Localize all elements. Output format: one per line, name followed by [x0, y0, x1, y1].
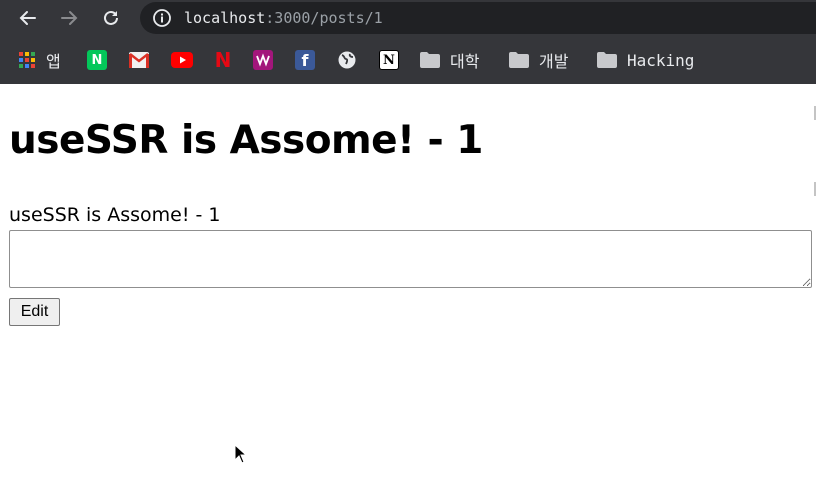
- bookmark-label: 개발: [539, 52, 569, 71]
- bookmark-naver[interactable]: N: [87, 48, 107, 72]
- gmail-icon: [129, 52, 149, 68]
- url-host: localhost: [184, 9, 266, 27]
- forward-button[interactable]: [55, 4, 83, 32]
- info-icon[interactable]: [152, 8, 172, 32]
- url-text: localhost:3000/posts/1: [184, 9, 383, 27]
- naver-icon: N: [87, 50, 107, 70]
- bookmark-netflix[interactable]: N: [213, 48, 233, 72]
- edit-button[interactable]: Edit: [9, 298, 60, 326]
- bookmark-music[interactable]: [253, 48, 273, 72]
- address-bar[interactable]: localhost:3000/posts/1: [140, 2, 816, 34]
- reload-icon: [104, 10, 118, 25]
- post-body: useSSR is Assome! - 1: [9, 204, 221, 226]
- bookmark-globe[interactable]: [337, 48, 357, 72]
- bookmark-gmail[interactable]: [129, 48, 149, 72]
- bookmark-notion[interactable]: N: [379, 48, 399, 72]
- folder-icon: [509, 52, 529, 68]
- bookmark-folder-hacking[interactable]: Hacking: [597, 48, 694, 72]
- bookmark-label: Hacking: [627, 50, 695, 70]
- browser-toolbar: localhost:3000/posts/1 앱 N N f N 대학 개발 H…: [0, 0, 816, 84]
- folder-icon: [597, 52, 617, 68]
- bookmark-folder-university[interactable]: 대학: [420, 48, 479, 72]
- reload-button[interactable]: [97, 4, 125, 32]
- facebook-icon: f: [295, 50, 315, 70]
- edit-textarea[interactable]: [9, 230, 812, 288]
- bookmark-apps[interactable]: 앱: [18, 48, 61, 72]
- bookmarks-bar: 앱 N N f N 대학 개발 Hacking: [0, 44, 816, 76]
- apps-grid-icon: [19, 52, 35, 68]
- netflix-icon: N: [214, 48, 232, 72]
- page-content: useSSR is Assome! - 1 useSSR is Assome! …: [0, 84, 816, 479]
- back-arrow-icon: [19, 11, 36, 25]
- bookmark-label: 대학: [450, 52, 480, 71]
- back-button[interactable]: [14, 4, 42, 32]
- forward-arrow-icon: [61, 11, 78, 25]
- youtube-icon: [171, 52, 193, 68]
- notion-icon: N: [379, 50, 399, 70]
- page-title: useSSR is Assome! - 1: [9, 118, 483, 163]
- mouse-cursor-icon: [234, 444, 248, 464]
- url-path: :3000/posts/1: [265, 9, 383, 27]
- globe-icon: [338, 51, 356, 69]
- bookmark-facebook[interactable]: f: [295, 48, 315, 72]
- bookmark-youtube[interactable]: [171, 48, 193, 72]
- bookmark-label: 앱: [46, 52, 61, 71]
- bookmark-folder-dev[interactable]: 개발: [509, 48, 568, 72]
- music-icon: [253, 50, 273, 70]
- folder-icon: [420, 52, 440, 68]
